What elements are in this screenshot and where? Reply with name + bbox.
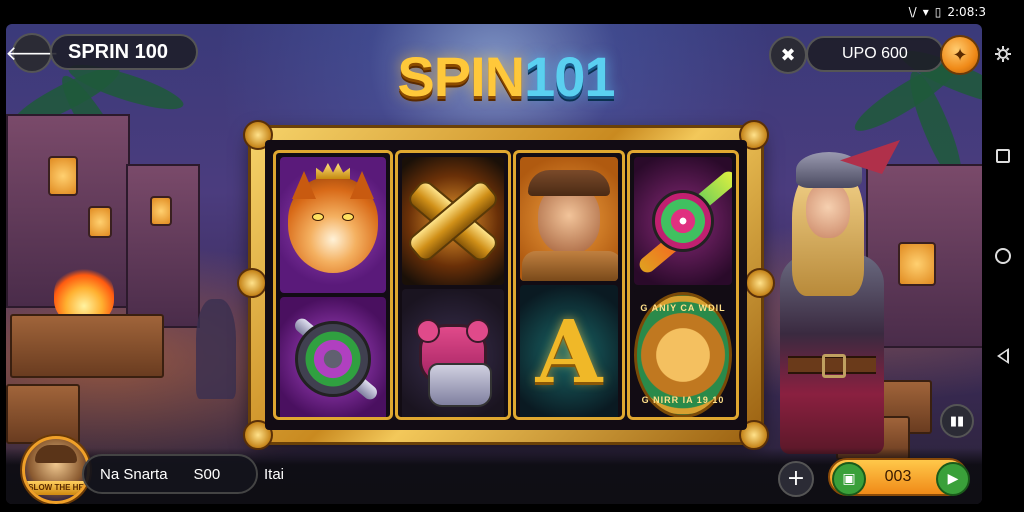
status-time: 2:08:3 bbox=[947, 5, 986, 19]
coin-shop-button[interactable]: ✦ bbox=[940, 35, 980, 75]
game-title-pill: SPRIN 100 bbox=[50, 34, 198, 70]
balance-pill: UPO 600 bbox=[806, 36, 944, 72]
symbol-golden-letter-a: A bbox=[520, 285, 618, 417]
symbol-golden-bones-x bbox=[402, 157, 504, 285]
game-logo: SPIN101 bbox=[346, 44, 666, 109]
game-screen: 🡐 SPRIN 100 SPIN101 ✖ UPO 600 ✦ A G ANIY… bbox=[6, 24, 982, 504]
reel-2 bbox=[395, 150, 511, 420]
symbol-cougar-medallion: G ANIY CA WDIL G NIRR IA 19 10 bbox=[634, 289, 732, 417]
villager-silhouette bbox=[196, 299, 236, 399]
medallion-text-bottom: G NIRR IA 19 10 bbox=[641, 395, 725, 405]
tools-button[interactable]: ✖ bbox=[769, 36, 807, 74]
plus-icon: + bbox=[786, 466, 806, 491]
tiger-icon bbox=[288, 163, 378, 273]
village-tower bbox=[126, 164, 200, 328]
side-toggle-button[interactable]: ▮▮ bbox=[940, 404, 974, 438]
player-avatar[interactable]: SLOW THE HE bbox=[22, 436, 90, 504]
symbol-spiked-orb bbox=[634, 157, 732, 285]
symbol-adventurer-man bbox=[520, 157, 618, 281]
coin-icon: ✦ bbox=[952, 44, 968, 66]
wrench-icon: ✖ bbox=[780, 44, 796, 66]
avatar-label: SLOW THE HE bbox=[25, 481, 87, 495]
battery-icon: ▯ bbox=[934, 5, 942, 19]
cougar-medallion-icon: G ANIY CA WDIL G NIRR IA 19 10 bbox=[634, 292, 732, 417]
warrior-character bbox=[766, 140, 906, 474]
play-icon[interactable]: ▶ bbox=[936, 462, 970, 496]
gem-icon bbox=[295, 321, 371, 397]
wifi-icon: ▾ bbox=[922, 5, 929, 19]
back-icon[interactable] bbox=[993, 346, 1013, 366]
frame-ornament bbox=[237, 268, 267, 298]
player-amount: S00 bbox=[193, 465, 221, 483]
symbol-gem-rocket bbox=[280, 297, 386, 417]
medallion-text-top: G ANIY CA WDIL bbox=[640, 303, 726, 313]
home-icon[interactable] bbox=[993, 246, 1013, 266]
signal-icon: \/ bbox=[908, 5, 917, 19]
reels-frame: A G ANIY CA WDIL G NIRR IA 19 10 bbox=[237, 120, 775, 450]
settings-icon[interactable] bbox=[993, 44, 1013, 64]
orb-icon bbox=[652, 190, 714, 252]
reel-1 bbox=[273, 150, 393, 420]
status-bar: \/ ▾ ▯ 2:08:3 bbox=[0, 0, 1024, 24]
logo-letters: SPIN bbox=[397, 45, 525, 108]
crown-icon bbox=[316, 163, 350, 179]
game-title: SPRIN 100 bbox=[68, 40, 169, 63]
system-nav-bar bbox=[982, 24, 1024, 512]
recents-icon[interactable] bbox=[993, 146, 1013, 166]
player-name: Na Snarta bbox=[100, 465, 168, 483]
crate-left bbox=[6, 384, 80, 444]
logo-digits: 101 bbox=[524, 45, 615, 108]
adventurer-icon bbox=[528, 170, 610, 254]
letter-a-icon: A bbox=[535, 302, 603, 403]
symbol-crowned-tiger bbox=[280, 157, 386, 293]
back-button[interactable]: 🡐 bbox=[6, 33, 59, 73]
symbol-robot-bear bbox=[402, 289, 504, 417]
player-info-pill: Na Snarta S00 bbox=[82, 454, 258, 494]
reel-4: G ANIY CA WDIL G NIRR IA 19 10 bbox=[627, 150, 739, 420]
cash-icon: ▣ bbox=[832, 462, 866, 496]
spin-value: 003 bbox=[884, 468, 912, 485]
reel-3: A bbox=[513, 150, 625, 420]
balance-value: UPO 600 bbox=[842, 45, 908, 62]
market-stall bbox=[10, 314, 164, 378]
increase-bet-button[interactable]: + bbox=[778, 461, 814, 497]
reels-area: A G ANIY CA WDIL G NIRR IA 19 10 bbox=[265, 140, 747, 430]
pause-icon: ▮▮ bbox=[949, 413, 965, 429]
bet-label: Itai bbox=[264, 466, 285, 483]
